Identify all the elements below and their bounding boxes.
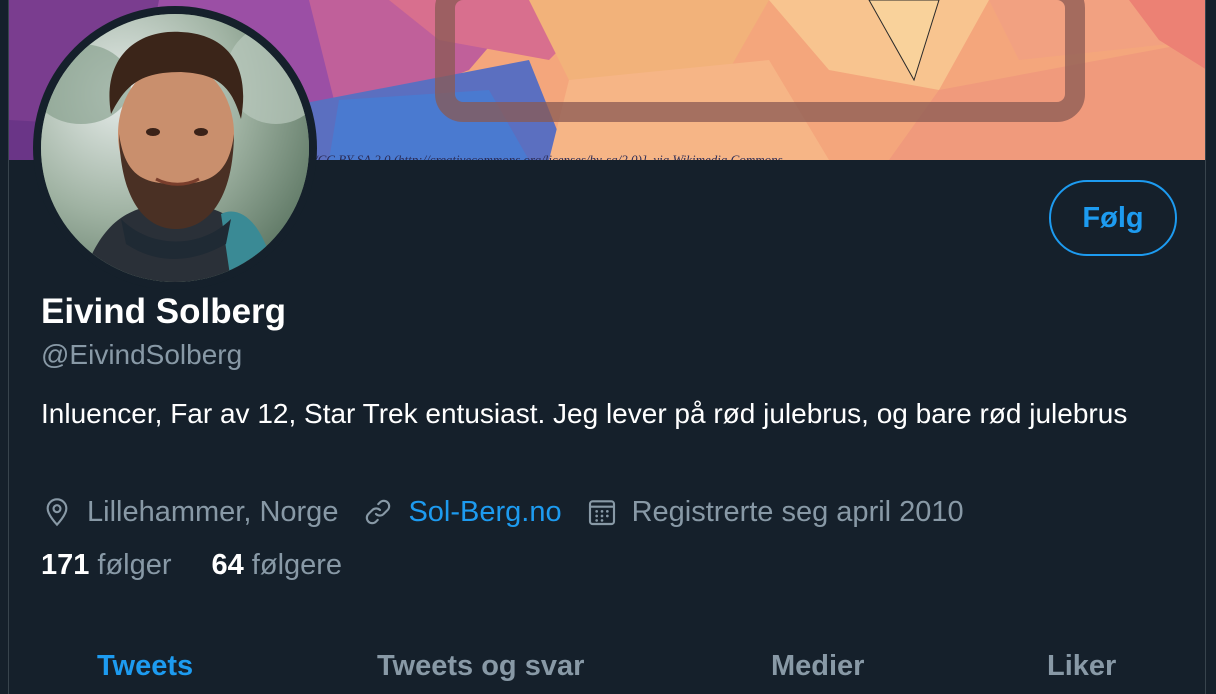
tab-tweets-and-replies[interactable]: Tweets og svar <box>377 650 584 683</box>
profile-page: /CC BY-SA 2.0 (http://creativecommons.or… <box>8 0 1206 694</box>
website-item[interactable]: Sol-Berg.no <box>362 496 562 529</box>
profile-meta: Lillehammer, Norge Sol-Berg.no Registrer… <box>41 490 988 534</box>
calendar-icon <box>588 500 615 526</box>
banner-attribution: /CC BY-SA 2.0 (http://creativecommons.or… <box>314 152 783 160</box>
profile-handle: @EivindSolberg <box>41 339 243 370</box>
tab-likes[interactable]: Liker <box>1047 650 1116 683</box>
profile-stats: 171 følger 64 følgere <box>41 549 382 582</box>
website-link[interactable]: Sol-Berg.no <box>408 496 561 529</box>
profile-tabs: Tweets Tweets og svar Medier Liker <box>9 640 1205 694</box>
following-label: følger <box>97 549 172 581</box>
link-icon <box>366 499 391 525</box>
map-pin-icon <box>46 498 68 527</box>
tab-media[interactable]: Medier <box>771 650 864 683</box>
joined-text: Registrerte seg april 2010 <box>631 495 964 528</box>
profile-bio: Inluencer, Far av 12, Star Trek entusias… <box>41 398 1128 429</box>
following-count: 171 <box>41 549 90 581</box>
avatar[interactable] <box>41 14 309 282</box>
followers-stat[interactable]: 64 følgere <box>212 549 343 582</box>
location-item: Lillehammer, Norge <box>41 496 338 529</box>
followers-label: følgere <box>251 549 343 581</box>
joined-item: Registrerte seg april 2010 <box>586 496 964 529</box>
followers-count: 64 <box>211 549 244 581</box>
tab-tweets[interactable]: Tweets <box>97 650 193 683</box>
follow-button[interactable]: Følg <box>1049 180 1177 256</box>
following-stat[interactable]: 171 følger <box>41 549 172 582</box>
avatar-photo <box>41 14 309 282</box>
profile-name: Eivind Solberg <box>41 292 287 331</box>
location-text: Lillehammer, Norge <box>87 495 339 528</box>
